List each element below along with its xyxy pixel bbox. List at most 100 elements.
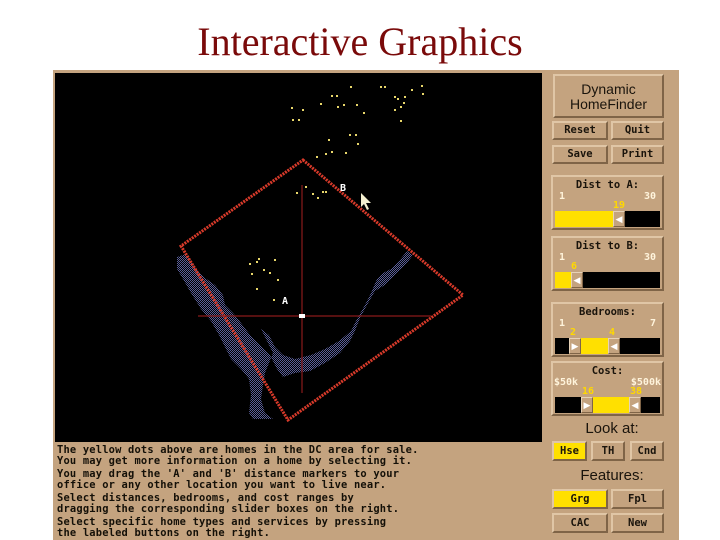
dist-a-value: 19 [613,200,626,211]
home-dot[interactable] [316,156,318,158]
cost-fill [593,397,629,413]
home-dot[interactable] [273,299,275,301]
home-dot[interactable] [325,191,327,193]
home-dot[interactable] [403,102,405,104]
home-dot[interactable] [397,98,399,100]
home-dot[interactable] [349,134,351,136]
look-at-condo-button[interactable]: Cnd [630,441,664,461]
dist-b-slider-box: Dist to B: 1 30 6 ◀ [551,236,664,291]
dist-b-min-label: 1 [559,252,566,263]
home-dot[interactable] [422,93,424,95]
bedrooms-slider-box: Bedrooms: 1 7 2 4 ▶ ◀ [551,302,664,357]
dist-a-thumb[interactable]: ◀ [613,211,625,227]
info-paragraph: You may drag the 'A' and 'B' distance ma… [57,469,542,490]
home-dot[interactable] [320,103,322,105]
crosshair-center[interactable] [299,314,305,318]
marker-b[interactable]: B [340,183,346,194]
home-dot[interactable] [411,89,413,91]
bedrooms-title: Bedrooms: [579,306,636,318]
dist-a-min-label: 1 [559,191,566,202]
home-dot[interactable] [357,143,359,145]
home-dot[interactable] [274,259,276,261]
bedrooms-track[interactable]: ▶ ◀ [555,338,660,354]
home-dot[interactable] [337,106,339,108]
look-at-house-button[interactable]: Hse [552,441,587,461]
home-dot[interactable] [336,95,338,97]
quit-button[interactable]: Quit [611,121,664,140]
home-dot[interactable] [302,109,304,111]
home-dot[interactable] [394,96,396,98]
feature-garage-button[interactable]: Grg [552,489,608,509]
home-dot[interactable] [277,279,279,281]
info-line: the labeled buttons on the right. [57,526,271,539]
feature-fireplace-button[interactable]: Fpl [611,489,664,509]
cost-title: Cost: [591,365,624,377]
dc-boundary [178,158,466,423]
home-dot[interactable] [292,119,294,121]
cost-low-thumb[interactable]: ▶ [581,397,593,413]
home-dot[interactable] [350,86,352,88]
marker-a[interactable]: A [282,296,288,307]
print-button[interactable]: Print [611,145,664,164]
features-label: Features: [580,467,644,484]
home-dot[interactable] [263,269,265,271]
dist-a-max-label: 30 [643,191,656,202]
home-dot[interactable] [269,272,271,274]
home-dot[interactable] [345,152,347,154]
home-dot[interactable] [421,85,423,87]
dist-b-title: Dist to B: [575,240,640,252]
home-dot[interactable] [355,134,357,136]
dist-a-slider-box: Dist to A: 1 30 19 ◀ [551,175,664,230]
feature-new-button[interactable]: New [611,513,664,533]
home-dot[interactable] [394,109,396,111]
bedrooms-low-thumb[interactable]: ▶ [569,338,581,354]
home-dot[interactable] [328,139,330,141]
control-panel: Dynamic HomeFinder Reset Quit Save Print… [545,70,679,540]
map-canvas[interactable]: A B [55,73,542,442]
home-dot[interactable] [322,191,324,193]
home-dot[interactable] [400,120,402,122]
dist-b-thumb[interactable]: ◀ [571,272,583,288]
home-dot[interactable] [256,288,258,290]
feature-cac-button[interactable]: CAC [552,513,608,533]
home-dot[interactable] [296,192,298,194]
slide-title: Interactive Graphics [0,18,720,66]
home-dot[interactable] [356,104,358,106]
home-dot[interactable] [363,112,365,114]
cost-low-value: 16 [582,386,595,397]
info-line: You may get more information on a home b… [57,454,413,467]
home-dot[interactable] [258,258,260,260]
home-dot[interactable] [404,96,406,98]
home-dot[interactable] [331,151,333,153]
dist-a-fill [555,211,613,227]
dist-a-track[interactable]: ◀ [555,211,660,227]
home-dot[interactable] [384,86,386,88]
cost-high-thumb[interactable]: ◀ [629,397,641,413]
reset-button[interactable]: Reset [552,121,608,140]
home-dot[interactable] [305,186,307,188]
cost-min-label: $50k [554,377,579,388]
homefinder-window: A B The yellow dots above are homes in t… [53,70,679,540]
mouse-cursor-icon [361,193,371,210]
dist-b-track[interactable]: ◀ [555,272,660,288]
cost-track[interactable]: ▶ ◀ [555,397,660,413]
home-dot[interactable] [298,119,300,121]
map-svg: A B [177,85,466,423]
dist-b-value: 6 [571,261,578,272]
home-dot[interactable] [343,104,345,106]
home-dot[interactable] [312,193,314,195]
look-at-townhouse-button[interactable]: TH [591,441,625,461]
save-button[interactable]: Save [552,145,608,164]
home-dot[interactable] [317,197,319,199]
home-dot[interactable] [400,106,402,108]
bedrooms-low-value: 2 [570,327,577,338]
home-dot[interactable] [325,153,327,155]
home-dot[interactable] [380,86,382,88]
home-dot[interactable] [251,273,253,275]
home-dot[interactable] [256,261,258,263]
home-dot[interactable] [291,107,293,109]
home-dot[interactable] [249,263,251,265]
cost-slider-box: Cost: $50k $500k 16 38 ▶ ◀ [551,361,664,416]
home-dot[interactable] [331,95,333,97]
bedrooms-high-thumb[interactable]: ◀ [608,338,620,354]
